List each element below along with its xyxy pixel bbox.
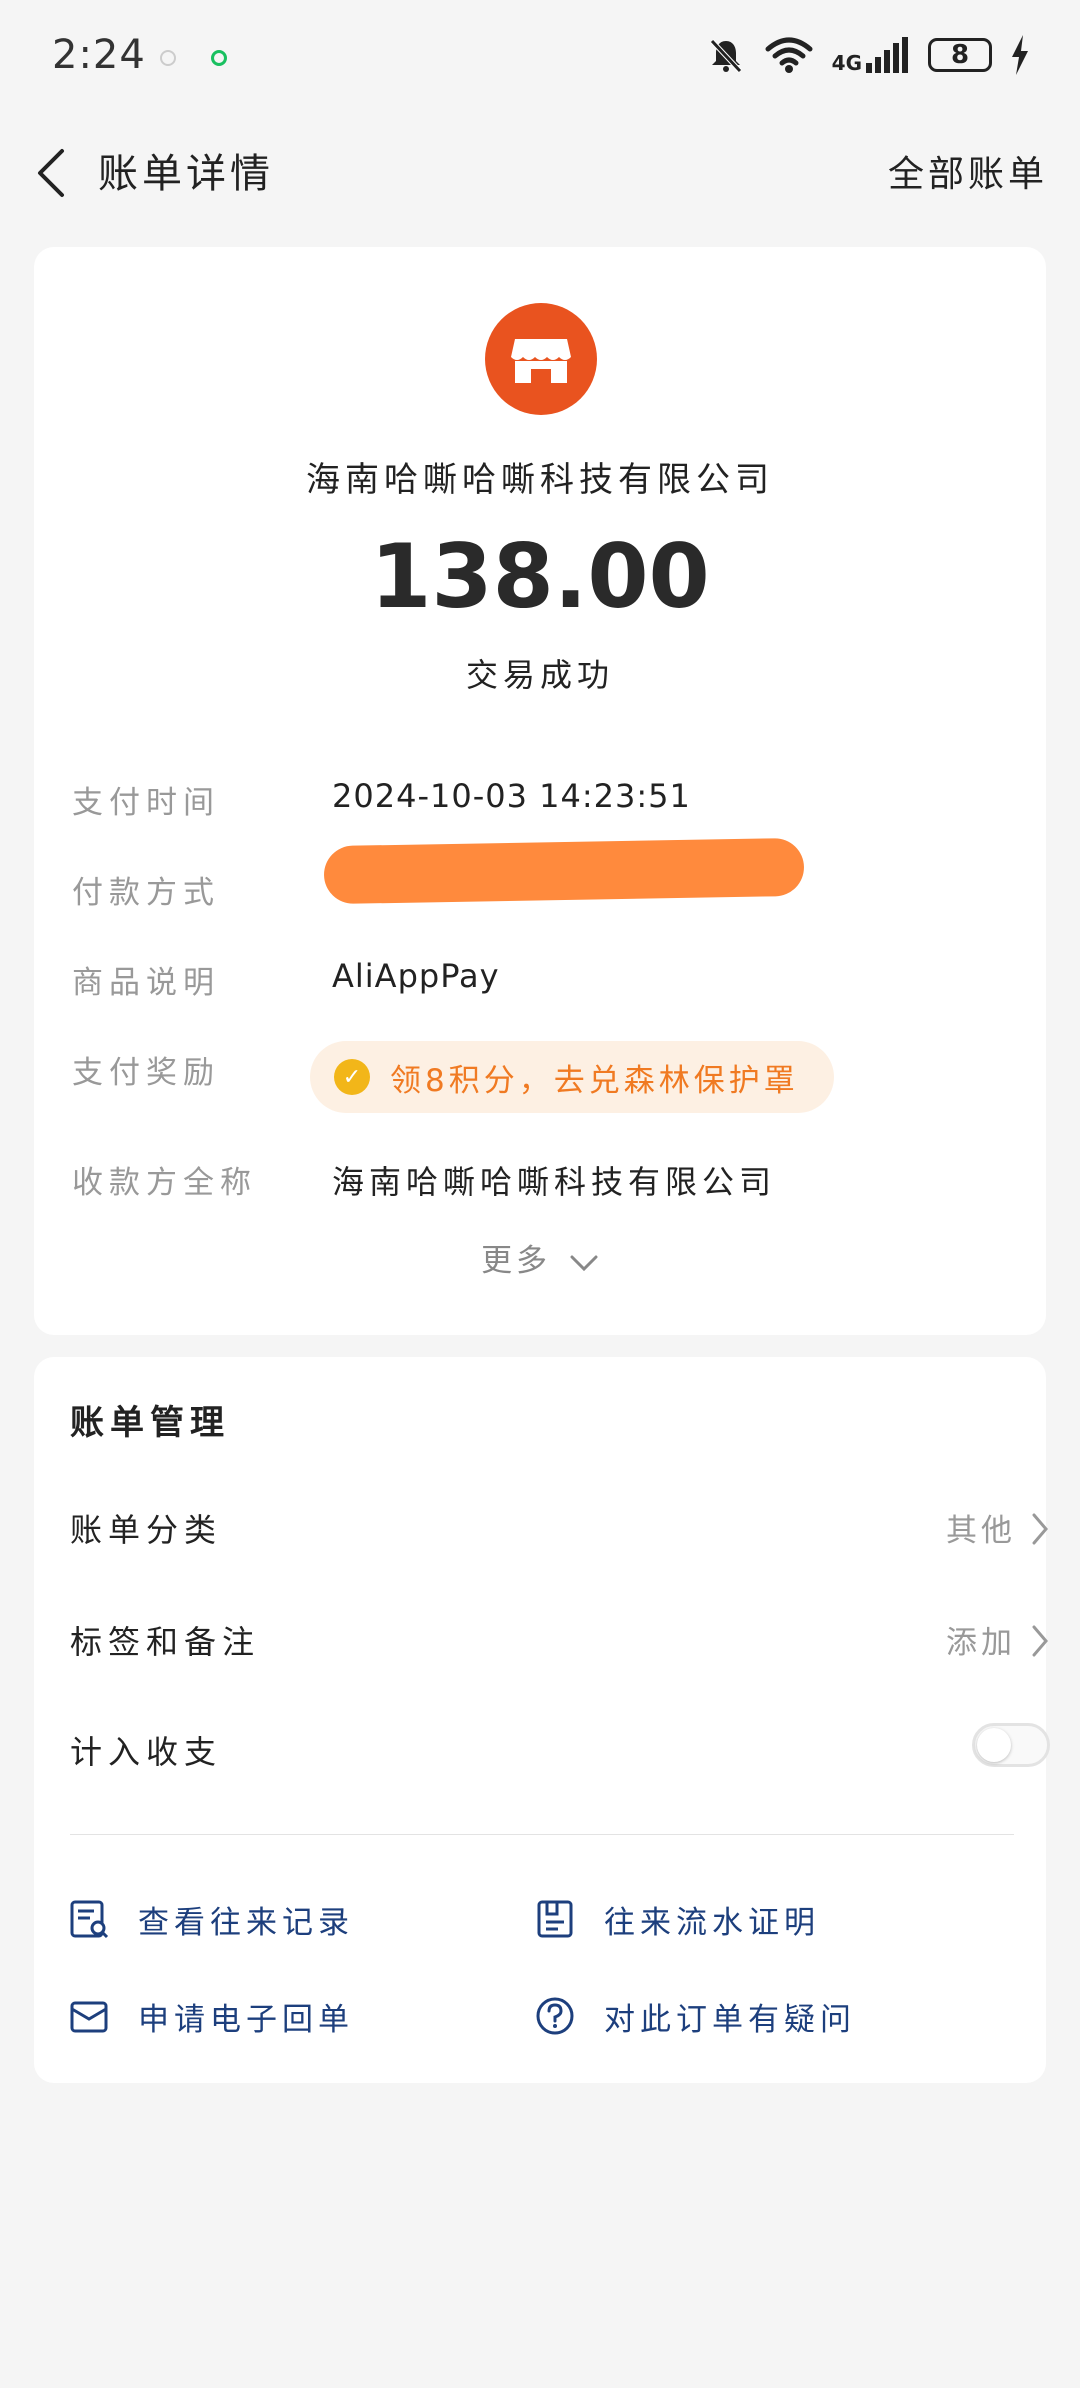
order-question-label: 对此订单有疑问 bbox=[604, 2001, 856, 2038]
divider bbox=[70, 1834, 1014, 1835]
signal-group: 4G bbox=[832, 37, 910, 73]
toggle-knob bbox=[977, 1728, 1011, 1762]
mail-icon bbox=[70, 2001, 108, 2033]
category-label: 账单分类 bbox=[70, 1511, 223, 1549]
pay-time-label: 支付时间 bbox=[72, 785, 220, 821]
reward-button[interactable]: ✓ 领8积分，去兑森林保护罩 bbox=[310, 1041, 834, 1113]
nav-bar: 账单详情 全部账单 bbox=[0, 115, 1080, 225]
tags-value: 添加 bbox=[946, 1625, 1016, 1661]
product-label: 商品说明 bbox=[72, 965, 220, 1001]
pay-method-label: 付款方式 bbox=[72, 875, 220, 911]
tags-label: 标签和备注 bbox=[70, 1623, 261, 1661]
network-type: 4G bbox=[831, 51, 862, 75]
battery-icon: 8 bbox=[928, 38, 992, 72]
all-bills-link[interactable]: 全部账单 bbox=[888, 145, 1048, 197]
points-coin-icon: ✓ bbox=[334, 1059, 370, 1095]
bill-manage-card: 账单管理 账单分类 其他 标签和备注 添加 计入收支 查看往来记录 往来流水证明… bbox=[34, 1357, 1050, 2083]
tags-row[interactable]: 标签和备注 添加 bbox=[70, 1617, 1050, 1677]
category-row[interactable]: 账单分类 其他 bbox=[70, 1505, 1050, 1565]
e-receipt-label: 申请电子回单 bbox=[138, 2001, 354, 2038]
e-receipt-button[interactable]: 申请电子回单 bbox=[68, 1991, 354, 2041]
statement-proof-label: 往来流水证明 bbox=[604, 1904, 820, 1941]
redaction-mark bbox=[323, 837, 805, 905]
view-records-label: 查看往来记录 bbox=[138, 1904, 354, 1941]
reward-label: 支付奖励 bbox=[72, 1055, 220, 1091]
pay-time-value: 2024-10-03 14:23:51 bbox=[332, 777, 691, 815]
question-icon bbox=[536, 1997, 574, 2035]
statement-proof-button[interactable]: 往来流水证明 bbox=[534, 1894, 820, 1944]
order-question-button[interactable]: 对此订单有疑问 bbox=[534, 1991, 856, 2041]
notification-dots bbox=[160, 50, 228, 70]
merchant-name: 海南哈嘶哈嘶科技有限公司 bbox=[306, 460, 774, 500]
battery-level: 8 bbox=[950, 40, 970, 70]
mute-bell-icon bbox=[709, 39, 742, 73]
page-title: 账单详情 bbox=[98, 151, 274, 197]
product-value: AliAppPay bbox=[332, 957, 500, 995]
include-row: 计入收支 bbox=[70, 1723, 1050, 1787]
section-title: 账单管理 bbox=[70, 1403, 230, 1443]
charging-icon bbox=[1012, 35, 1028, 75]
chevron-right-icon bbox=[1032, 1513, 1048, 1545]
more-label: 更多 bbox=[481, 1243, 552, 1279]
view-records-button[interactable]: 查看往来记录 bbox=[68, 1894, 354, 1944]
chevron-down-icon bbox=[570, 1255, 598, 1271]
wifi-icon bbox=[765, 37, 813, 73]
bill-detail-card: 海南哈嘶哈嘶科技有限公司 138.00 交易成功 支付时间 2024-10-03… bbox=[34, 247, 1046, 1335]
notification-icon bbox=[160, 50, 176, 66]
amount: 138.00 bbox=[370, 525, 710, 628]
signal-icon bbox=[866, 37, 908, 73]
store-icon bbox=[511, 339, 571, 383]
payee-label: 收款方全称 bbox=[72, 1165, 257, 1201]
status-time: 2:24 bbox=[52, 32, 146, 78]
payee-value: 海南哈嘶哈嘶科技有限公司 bbox=[332, 1163, 777, 1201]
status-icons: 4G 8 bbox=[706, 30, 1030, 80]
category-value: 其他 bbox=[946, 1513, 1016, 1549]
reward-text: 领8积分，去兑森林保护罩 bbox=[390, 1062, 799, 1099]
status-bar: 2:24 4G 8 bbox=[0, 0, 1080, 115]
chevron-right-icon bbox=[1032, 1625, 1048, 1657]
back-icon[interactable] bbox=[30, 143, 80, 203]
trade-status: 交易成功 bbox=[465, 656, 614, 694]
record-search-icon bbox=[70, 1900, 109, 1939]
include-label: 计入收支 bbox=[70, 1733, 223, 1771]
more-button[interactable]: 更多 bbox=[34, 1235, 1046, 1280]
merchant-logo bbox=[485, 303, 597, 415]
app-indicator-icon bbox=[211, 50, 228, 66]
include-toggle[interactable] bbox=[972, 1723, 1050, 1767]
statement-icon bbox=[537, 1900, 573, 1938]
